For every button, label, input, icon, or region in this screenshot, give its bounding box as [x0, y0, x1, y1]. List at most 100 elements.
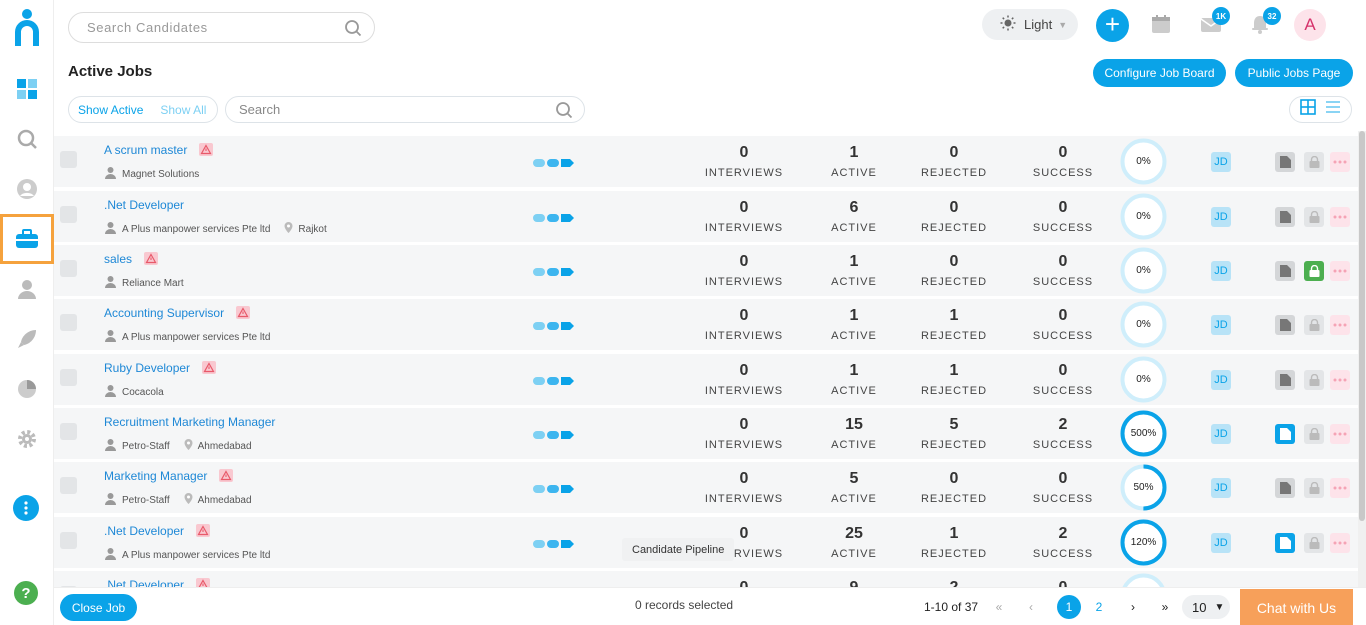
lock-icon[interactable]	[1304, 478, 1324, 498]
stat-success[interactable]: 0SUCCESS	[1008, 362, 1118, 399]
stat-success[interactable]: 2 SUCCESS	[1008, 525, 1118, 562]
job-row[interactable]: Ruby Developer Cocacola 0 INTERVIEWS 1 ACTIVE…	[54, 354, 1358, 405]
job-title-text[interactable]: Recruitment Marketing Manager	[104, 415, 275, 429]
scrollbar-thumb[interactable]	[1359, 131, 1365, 521]
recruiters-icon[interactable]	[0, 264, 54, 314]
job-title-link[interactable]: Recruitment Marketing Manager	[104, 415, 275, 429]
job-description-button[interactable]: JD	[1211, 261, 1231, 281]
search-icon[interactable]	[344, 19, 362, 42]
document-icon[interactable]	[1275, 152, 1295, 172]
candidates-icon[interactable]	[0, 164, 54, 214]
help-icon[interactable]: ?	[14, 581, 38, 605]
candidate-search[interactable]	[68, 12, 375, 43]
stat-rejected[interactable]: 0 REJECTED	[899, 144, 1009, 181]
document-icon[interactable]	[1275, 261, 1295, 281]
job-title-text[interactable]: Accounting Supervisor	[104, 306, 224, 320]
job-description-button[interactable]: JD	[1211, 370, 1231, 390]
stat-active[interactable]: 5 ACTIVE	[799, 470, 909, 507]
row-more-icon[interactable]	[1330, 533, 1350, 553]
stat-success[interactable]: 0SUCCESS	[1008, 199, 1118, 236]
stat-interviews[interactable]: 0INTERVIEWS	[689, 307, 799, 344]
calendar-icon[interactable]	[1151, 14, 1171, 39]
lock-icon[interactable]	[1304, 152, 1324, 172]
candidate-pipeline-icon[interactable]	[533, 264, 575, 276]
stat-interviews[interactable]: 0INTERVIEWS	[689, 470, 799, 507]
search-icon[interactable]	[555, 101, 573, 124]
page-1-button[interactable]: 1	[1057, 595, 1081, 619]
row-checkbox[interactable]	[60, 151, 77, 168]
row-checkbox[interactable]	[60, 206, 77, 223]
candidate-pipeline-icon[interactable]	[533, 318, 575, 330]
stat-active[interactable]: 6 ACTIVE	[799, 199, 909, 236]
row-more-icon[interactable]	[1330, 315, 1350, 335]
page-size-select[interactable]: 10 ▼	[1182, 595, 1230, 619]
lock-icon[interactable]	[1304, 533, 1324, 553]
job-title-link[interactable]: Marketing Manager	[104, 469, 234, 485]
stat-active[interactable]: 1 ACTIVE	[799, 307, 909, 344]
stat-interviews[interactable]: 0INTERVIEWS	[689, 253, 799, 290]
stat-success[interactable]: 0SUCCESS	[1008, 470, 1118, 507]
job-description-button[interactable]: JD	[1211, 533, 1231, 553]
document-icon[interactable]	[1275, 370, 1295, 390]
stat-interviews[interactable]: 0INTERVIEWS	[689, 579, 799, 587]
close-job-button[interactable]: Close Job	[60, 594, 137, 621]
job-row[interactable]: A scrum master Magnet Solutions 0 INTERVIEW…	[54, 136, 1358, 187]
job-title-text[interactable]: .Net Developer	[104, 578, 184, 587]
stat-interviews[interactable]: 0INTERVIEWS	[689, 199, 799, 236]
stat-success[interactable]: 2 SUCCESS	[1008, 416, 1118, 453]
stat-active[interactable]: 1 ACTIVE	[799, 144, 909, 181]
job-title-link[interactable]: .Net Developer	[104, 524, 211, 540]
stat-success[interactable]: 0SUCCESS	[1008, 579, 1118, 587]
job-row[interactable]: Recruitment Marketing Manager Petro-Staff…	[54, 408, 1358, 459]
stat-active[interactable]: 1 ACTIVE	[799, 253, 909, 290]
stat-rejected[interactable]: 2REJECTED	[899, 579, 1009, 587]
stat-rejected[interactable]: 0 REJECTED	[899, 199, 1009, 236]
job-title-link[interactable]: Accounting Supervisor	[104, 306, 251, 322]
stat-active[interactable]: 1 ACTIVE	[799, 362, 909, 399]
stat-success[interactable]: 0SUCCESS	[1008, 253, 1118, 290]
job-title-text[interactable]: A scrum master	[104, 143, 187, 157]
more-options-icon[interactable]	[13, 495, 39, 521]
stat-rejected[interactable]: 5 REJECTED	[899, 416, 1009, 453]
job-description-button[interactable]: JD	[1211, 478, 1231, 498]
stat-active[interactable]: 9ACTIVE	[799, 579, 909, 587]
page-2-button[interactable]: 2	[1087, 595, 1111, 619]
job-description-button[interactable]: JD	[1211, 315, 1231, 335]
stat-active[interactable]: 15 ACTIVE	[799, 416, 909, 453]
jobs-search-input[interactable]	[239, 97, 539, 122]
stat-rejected[interactable]: 1 REJECTED	[899, 307, 1009, 344]
row-more-icon[interactable]	[1330, 478, 1350, 498]
candidate-pipeline-icon[interactable]	[533, 155, 575, 167]
rocket-icon[interactable]	[0, 314, 54, 364]
candidate-pipeline-icon[interactable]	[533, 210, 575, 222]
stat-rejected[interactable]: 1 REJECTED	[899, 525, 1009, 562]
row-checkbox[interactable]	[60, 260, 77, 277]
job-title-link[interactable]: sales	[104, 252, 159, 268]
candidate-pipeline-icon[interactable]	[533, 373, 575, 385]
show-active-button[interactable]: Show Active	[78, 103, 143, 117]
next-page-icon[interactable]: ›	[1121, 595, 1145, 619]
job-description-button[interactable]: JD	[1211, 207, 1231, 227]
list-view-icon[interactable]	[1325, 100, 1341, 119]
row-checkbox[interactable]	[60, 423, 77, 440]
row-more-icon[interactable]	[1330, 207, 1350, 227]
job-row[interactable]: sales Reliance Mart 0 INTERVIEWS 1 ACTIVE 0 REJ…	[54, 245, 1358, 296]
row-more-icon[interactable]	[1330, 424, 1350, 444]
job-title-text[interactable]: Ruby Developer	[104, 361, 190, 375]
job-title-text[interactable]: .Net Developer	[104, 198, 184, 212]
lock-icon[interactable]	[1304, 370, 1324, 390]
candidate-pipeline-icon[interactable]	[533, 536, 575, 548]
first-page-icon[interactable]: «	[987, 595, 1011, 619]
job-description-button[interactable]: JD	[1211, 424, 1231, 444]
row-checkbox[interactable]	[60, 369, 77, 386]
stat-interviews[interactable]: 0INTERVIEWS	[689, 144, 799, 181]
row-more-icon[interactable]	[1330, 152, 1350, 172]
row-checkbox[interactable]	[60, 314, 77, 331]
job-row[interactable]: .Net Developer A Plus manpower services P…	[54, 191, 1358, 242]
public-jobs-page-button[interactable]: Public Jobs Page	[1235, 59, 1353, 87]
theme-toggle[interactable]: Light ▼	[982, 9, 1078, 40]
last-page-icon[interactable]: »	[1153, 595, 1177, 619]
configure-job-board-button[interactable]: Configure Job Board	[1093, 59, 1226, 87]
show-all-button[interactable]: Show All	[160, 103, 206, 117]
settings-gear-icon[interactable]	[0, 414, 54, 464]
